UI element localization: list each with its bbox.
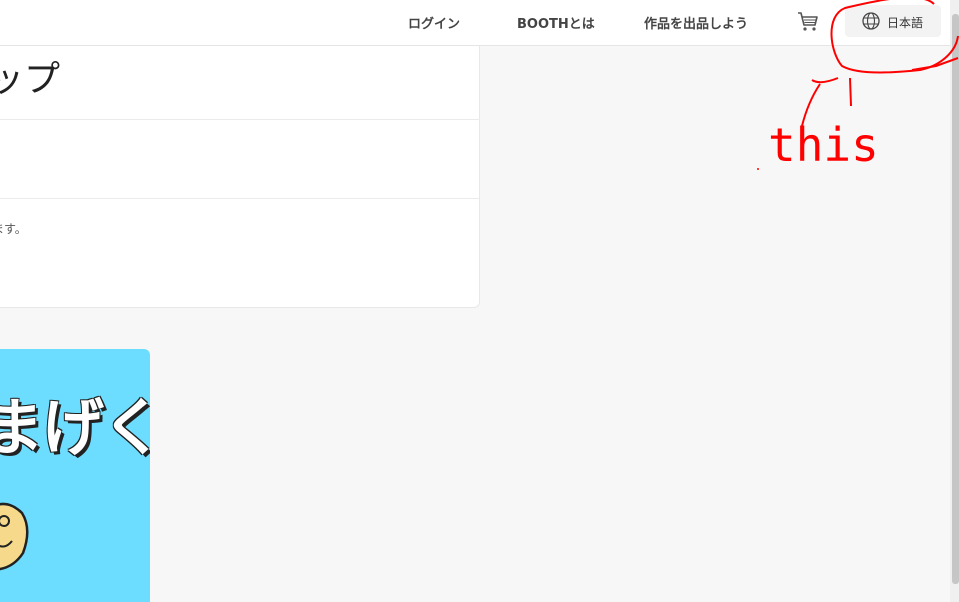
top-header: ログイン BOOTHとは 作品を出品しよう 日本語: [0, 0, 959, 46]
language-selector-button[interactable]: 日本語: [845, 5, 941, 37]
globe-icon: [862, 12, 880, 30]
thumbnail-title-art: まげくん: [0, 391, 150, 464]
annotation-label: this: [768, 118, 879, 172]
about-booth-link[interactable]: BOOTHとは: [517, 13, 595, 32]
shop-info-card: [0, 46, 480, 308]
scrollbar-thumb[interactable]: [952, 14, 959, 584]
card-divider: [0, 119, 480, 120]
cart-button[interactable]: [796, 10, 820, 34]
shop-title: ップ: [0, 59, 61, 100]
sell-works-link[interactable]: 作品を出品しよう: [644, 13, 748, 32]
login-link[interactable]: ログイン: [408, 13, 460, 32]
character-illustration: [0, 502, 29, 571]
language-label: 日本語: [887, 16, 924, 30]
shop-description: ます。: [0, 222, 27, 236]
cart-icon: [798, 12, 818, 31]
card-divider: [0, 198, 480, 199]
product-thumbnail[interactable]: まげくん: [0, 349, 150, 602]
